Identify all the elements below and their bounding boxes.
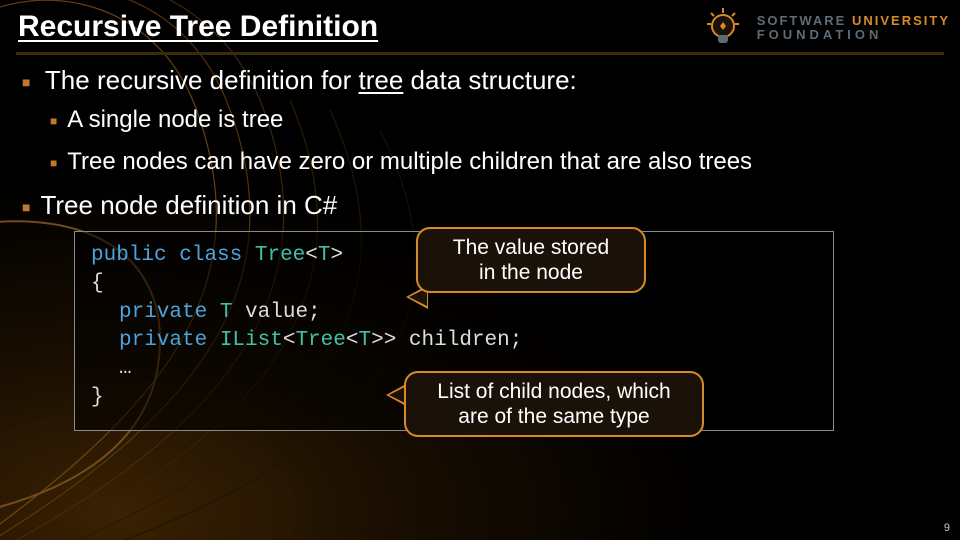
logo-line2: FOUNDATION <box>757 28 950 42</box>
bubble-1-line2: in the node <box>438 260 624 285</box>
bullet-1-sublist: A single node is tree Tree nodes can hav… <box>50 106 944 176</box>
bubble-2-line2: are of the same type <box>426 404 682 429</box>
logo: SOFTWARE UNIVERSITY FOUNDATION <box>699 4 950 52</box>
bullet-1-term: tree <box>359 65 404 95</box>
code-area: public class Tree<T> { private T value; … <box>74 231 924 446</box>
bullet-1-sub1: A single node is tree <box>50 106 944 134</box>
bullet-1-post: data structure: <box>403 65 576 95</box>
logo-text: SOFTWARE UNIVERSITY FOUNDATION <box>757 14 950 41</box>
title-rule <box>16 52 944 55</box>
slide-content: Recursive Tree Definition The recursive … <box>0 0 960 446</box>
code-line-3: private T value; <box>91 299 817 327</box>
annotation-bubble-value: The value stored in the node <box>416 227 646 293</box>
bubble-1-line1: The value stored <box>438 235 624 260</box>
bullet-list: The recursive definition for tree data s… <box>22 65 944 221</box>
bullet-1: The recursive definition for tree data s… <box>22 65 944 176</box>
code-line-4: private IList<Tree<T>> children; <box>91 327 817 355</box>
bullet-2: Tree node definition in C# <box>22 190 944 221</box>
bullet-1-pre: The recursive definition for <box>45 65 359 95</box>
bubble-2-line1: List of child nodes, which <box>426 379 682 404</box>
bullet-1-sub2: Tree nodes can have zero or multiple chi… <box>50 148 944 176</box>
annotation-bubble-children: List of child nodes, which are of the sa… <box>404 371 704 437</box>
lightbulb-icon <box>699 4 747 52</box>
page-number: 9 <box>944 522 950 534</box>
